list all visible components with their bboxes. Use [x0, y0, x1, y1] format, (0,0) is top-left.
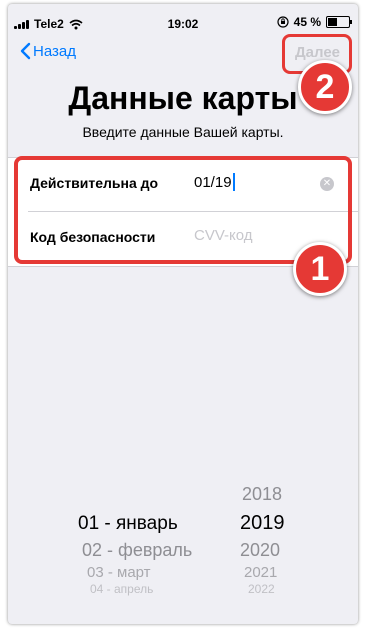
picker-month[interactable]: 02 - февраль: [82, 540, 192, 561]
battery-icon: [326, 16, 352, 28]
step-badge-1: 1: [293, 242, 347, 296]
back-button-label: Назад: [33, 42, 76, 60]
phone-screen: Tele2 19:02 45 % Назад Далее Данные карт…: [8, 4, 358, 624]
chevron-left-icon: [20, 42, 31, 60]
step-badge-2: 2: [298, 60, 352, 114]
date-picker[interactable]: 01 - январь 02 - февраль 03 - март 04 - …: [8, 474, 358, 624]
picker-year-selected[interactable]: 2019: [240, 512, 285, 535]
picker-year[interactable]: 2018: [242, 484, 282, 505]
battery-fill: [328, 18, 337, 26]
status-right: 45 %: [277, 15, 352, 29]
picker-year[interactable]: 2022: [248, 582, 275, 596]
back-button[interactable]: Назад: [20, 42, 76, 60]
picker-year[interactable]: 2021: [244, 564, 277, 581]
page-subtitle: Введите данные Вашей карты.: [82, 124, 284, 140]
status-bar: Tele2 19:02 45 %: [8, 4, 358, 38]
picker-month[interactable]: 03 - март: [87, 564, 151, 581]
picker-year[interactable]: 2020: [240, 540, 280, 561]
picker-month-selected[interactable]: 01 - январь: [78, 513, 178, 535]
battery-percent: 45 %: [293, 15, 321, 29]
picker-month[interactable]: 04 - апрель: [90, 582, 153, 596]
orientation-lock-icon: [277, 16, 289, 28]
